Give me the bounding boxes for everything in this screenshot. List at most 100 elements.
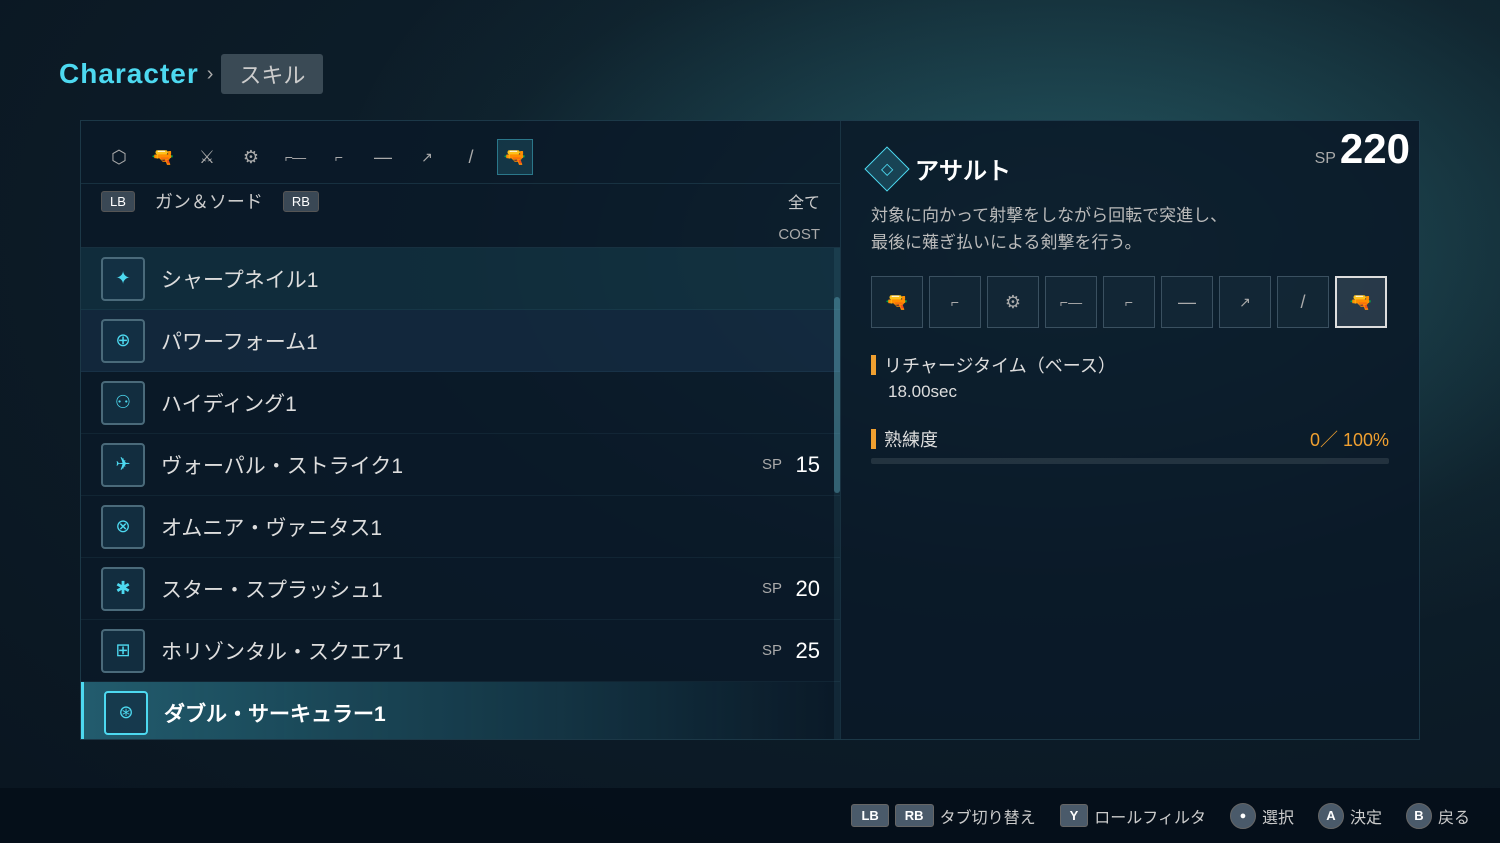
breadcrumb-character[interactable]: Character <box>59 58 199 90</box>
skill-name: オムニア・ヴァニタス1 <box>161 512 820 542</box>
tab-switch-group: LB RB タブ切り替え <box>851 804 1035 828</box>
weapon-tab-pistol[interactable]: 🔫 <box>497 139 533 175</box>
mastery-bar-background <box>871 458 1389 464</box>
skill-item[interactable]: ✈ ヴォーパル・ストライク1 SP 15 <box>81 434 840 496</box>
skill-name: ホリゾンタル・スクエア1 <box>161 636 762 666</box>
nav-row: LB ガン＆ソード RB 全て <box>81 184 840 222</box>
mastery-indicator <box>871 429 876 449</box>
detail-skill-icon: ◇ <box>864 146 909 191</box>
scroll-thumb <box>834 297 840 493</box>
skill-icon: ⊛ <box>104 691 148 735</box>
skill-icon: ✦ <box>101 257 145 301</box>
recharge-stat: リチャージタイム（ベース） 18.00sec <box>871 352 1389 402</box>
stat-indicator <box>871 355 876 375</box>
skill-item[interactable]: ⊞ ホリゾンタル・スクエア1 SP 25 <box>81 620 840 682</box>
a-badge[interactable]: A <box>1318 803 1344 829</box>
skill-item[interactable]: ⊕ パワーフォーム1 <box>81 310 840 372</box>
skill-sp-label: SP <box>762 580 782 597</box>
skill-icon: ⊗ <box>101 505 145 549</box>
breadcrumb-arrow: › <box>207 63 214 86</box>
weapon-tab-sword[interactable]: ⚔ <box>189 139 225 175</box>
compat-icon-tool: ⚙ <box>987 276 1039 328</box>
detail-panel: ◇ アサルト 対象に向かって射撃をしながら回転で突進し、 最後に薙ぎ払いによる剣… <box>841 121 1419 739</box>
compat-icon-pistol-active: 🔫 <box>1335 276 1387 328</box>
lb-button[interactable]: LB <box>101 191 135 212</box>
scroll-indicator[interactable] <box>834 248 840 739</box>
skill-name: スター・スプラッシュ1 <box>161 574 762 604</box>
skill-name: シャープネイル1 <box>161 264 820 294</box>
skill-icon: ⊕ <box>101 319 145 363</box>
recharge-label: リチャージタイム（ベース） <box>884 352 1116 378</box>
weapon-tab-gun[interactable]: 🔫 <box>145 139 181 175</box>
skill-list-panel: ⬡ 🔫 ⚔ ⚙ ⌐— ⌐ — ↗ / 🔫 LB ガン＆ソード RB 全て COS… <box>81 121 841 739</box>
weapon-tab-sniper[interactable]: ↗ <box>409 139 445 175</box>
main-panel: ⬡ 🔫 ⚔ ⚙ ⌐— ⌐ — ↗ / 🔫 LB ガン＆ソード RB 全て COS… <box>80 120 1420 740</box>
skill-name: ヴォーパル・ストライク1 <box>161 450 762 480</box>
weapon-tab-rifle2[interactable]: ⌐ <box>321 139 357 175</box>
sp-display: SP220 <box>1315 128 1410 170</box>
skill-item[interactable]: ✱ スター・スプラッシュ1 SP 20 <box>81 558 840 620</box>
compat-icon-rod: — <box>1161 276 1213 328</box>
mastery-block: 熟練度 0／ 100% <box>871 426 1389 464</box>
weapon-tabs: ⬡ 🔫 ⚔ ⚙ ⌐— ⌐ — ↗ / 🔫 <box>81 121 840 184</box>
select-label: 選択 <box>1262 804 1294 828</box>
detail-description: 対象に向かって射撃をしながら回転で突進し、 最後に薙ぎ払いによる剣撃を行う。 <box>871 202 1389 256</box>
skill-item-active[interactable]: ⊛ ダブル・サーキュラー1 <box>81 682 840 739</box>
compat-icon-r1: ⌐ <box>929 276 981 328</box>
compat-icon-r2: ⌐— <box>1045 276 1097 328</box>
weapon-tab-rod[interactable]: — <box>365 139 401 175</box>
skill-icon: ✱ <box>101 567 145 611</box>
skill-sp-value: 20 <box>790 576 820 602</box>
skill-name: ダブル・サーキュラー1 <box>164 698 820 728</box>
roll-filter-label: ロールフィルタ <box>1094 804 1206 828</box>
detail-title: アサルト <box>915 151 1011 186</box>
skill-sp-value: 15 <box>790 452 820 478</box>
lb-badge[interactable]: LB <box>851 804 888 827</box>
rb-badge[interactable]: RB <box>895 804 934 827</box>
rb-button[interactable]: RB <box>283 191 319 212</box>
skill-name: ハイディング1 <box>161 388 820 418</box>
skill-sp-label: SP <box>762 642 782 659</box>
skill-sp-label: SP <box>762 456 782 473</box>
skill-item[interactable]: ✦ シャープネイル1 <box>81 248 840 310</box>
skill-item[interactable]: ⊗ オムニア・ヴァニタス1 <box>81 496 840 558</box>
ls-badge[interactable]: ● <box>1230 803 1256 829</box>
bottom-bar: LB RB タブ切り替え Y ロールフィルタ ● 選択 A 決定 B 戻る <box>0 788 1500 843</box>
skill-name: パワーフォーム1 <box>161 326 820 356</box>
skill-icon: ✈ <box>101 443 145 487</box>
skill-icon: ⊞ <box>101 629 145 673</box>
skill-sp-value: 25 <box>790 638 820 664</box>
detail-header: ◇ アサルト <box>871 151 1389 186</box>
b-badge[interactable]: B <box>1406 803 1432 829</box>
compat-icon-r3: ⌐ <box>1103 276 1155 328</box>
mastery-value: 0／ 100% <box>1310 426 1389 452</box>
roll-filter-group: Y ロールフィルタ <box>1060 804 1206 828</box>
mastery-label: 熟練度 <box>884 426 938 452</box>
sp-label: SP <box>1315 150 1336 167</box>
skill-icon: ⚇ <box>101 381 145 425</box>
cost-header: COST <box>81 222 840 248</box>
skill-list: ✦ シャープネイル1 ⊕ パワーフォーム1 ⚇ ハイディング1 ✈ ヴォーパル・… <box>81 248 840 739</box>
all-label[interactable]: 全て <box>788 189 820 213</box>
sp-value: 220 <box>1340 125 1410 172</box>
skill-item[interactable]: ⚇ ハイディング1 <box>81 372 840 434</box>
gun-sword-label: ガン＆ソード <box>155 188 263 214</box>
breadcrumb-skills[interactable]: スキル <box>221 54 323 94</box>
weapon-tab-slash[interactable]: / <box>453 139 489 175</box>
compat-icon-sniper: ↗ <box>1219 276 1271 328</box>
back-label: 戻る <box>1438 804 1470 828</box>
decide-group: A 決定 <box>1318 803 1382 829</box>
weapon-tab-hex[interactable]: ⬡ <box>101 139 137 175</box>
back-group: B 戻る <box>1406 803 1470 829</box>
tab-switch-label: タブ切り替え <box>940 804 1036 828</box>
select-group: ● 選択 <box>1230 803 1294 829</box>
recharge-value: 18.00sec <box>875 382 1389 402</box>
y-badge[interactable]: Y <box>1060 804 1089 827</box>
weapon-tab-tool[interactable]: ⚙ <box>233 139 269 175</box>
compat-icon-slash: / <box>1277 276 1329 328</box>
weapon-tab-rifle1[interactable]: ⌐— <box>277 139 313 175</box>
weapon-compat-row: 🔫 ⌐ ⚙ ⌐— ⌐ — ↗ / 🔫 <box>871 276 1389 328</box>
compat-icon-gun: 🔫 <box>871 276 923 328</box>
breadcrumb: Character › スキル <box>59 54 323 94</box>
decide-label: 決定 <box>1350 804 1382 828</box>
